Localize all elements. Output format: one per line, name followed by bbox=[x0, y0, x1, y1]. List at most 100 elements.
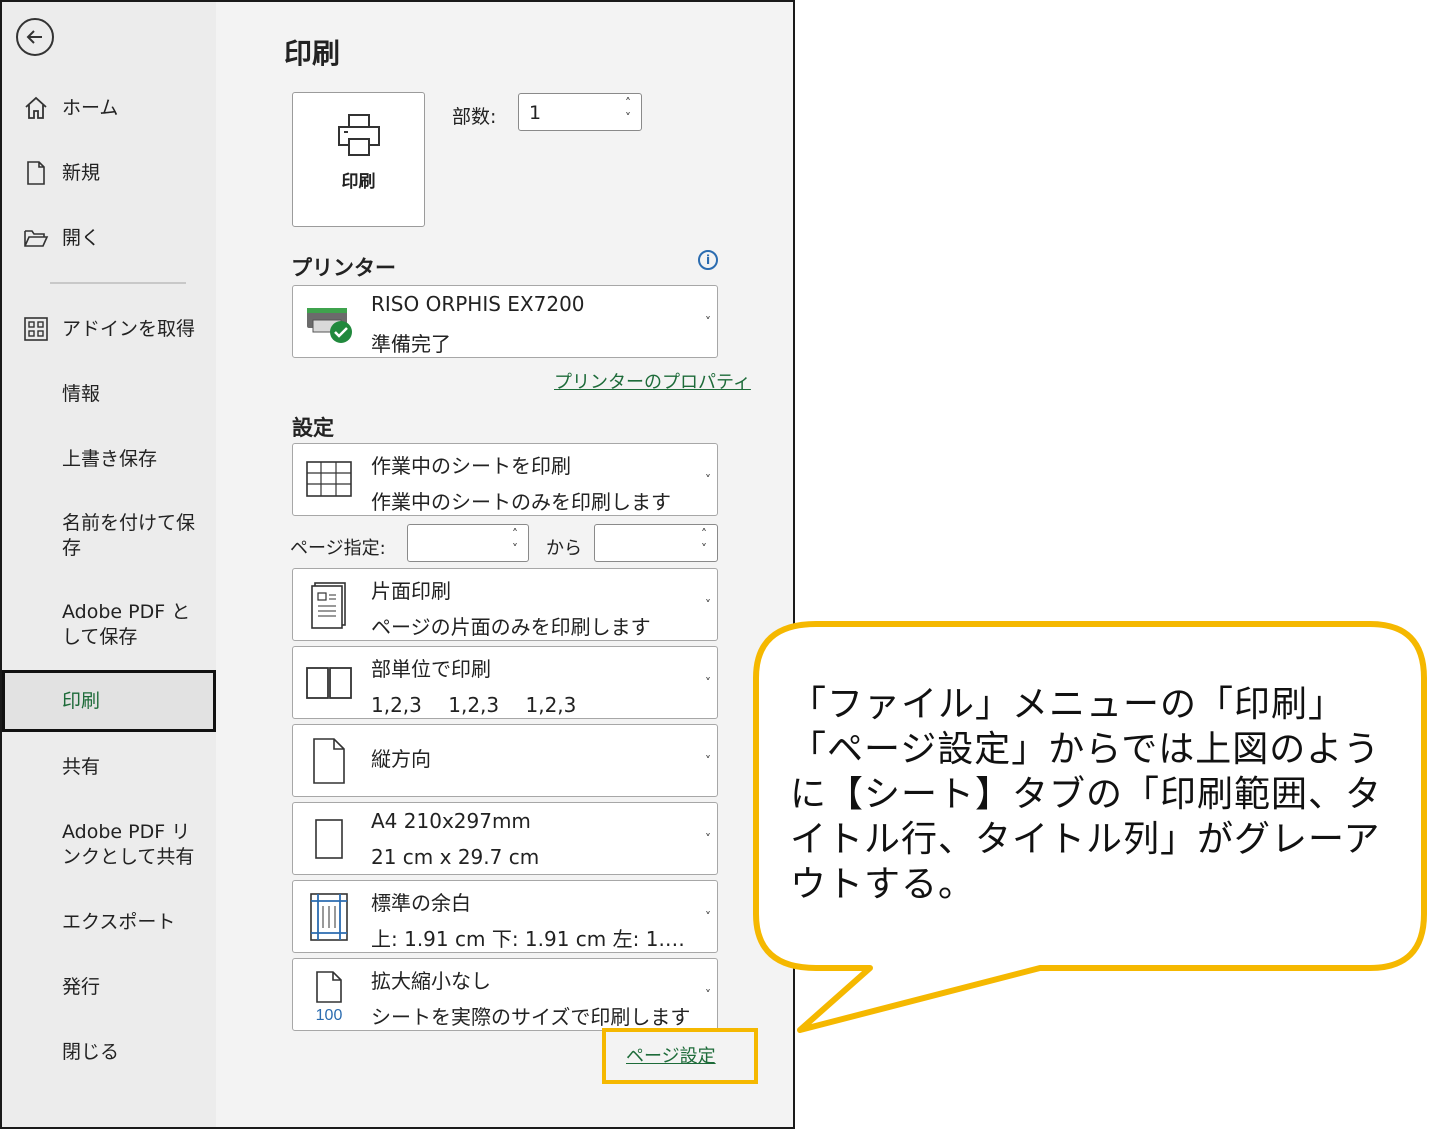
print-what-dropdown[interactable]: 作業中のシートを印刷 作業中のシートのみを印刷します ˅ bbox=[292, 443, 718, 516]
stepper-arrows-icon[interactable]: ˄ ˅ bbox=[697, 527, 711, 557]
sidebar-item-print[interactable]: 印刷 bbox=[2, 670, 216, 732]
callout-line: 「ファイル」メニューの「印刷」 bbox=[790, 684, 1346, 725]
printer-properties-link[interactable]: プリンターのプロパティ bbox=[554, 368, 751, 394]
chevron-down-icon: ˅ bbox=[705, 831, 711, 846]
orientation-dropdown[interactable]: 縦方向 ˅ bbox=[292, 724, 718, 797]
svg-text:100: 100 bbox=[316, 1007, 343, 1022]
sidebar-item-share[interactable]: 共有 bbox=[2, 753, 216, 781]
print-button-label: 印刷 bbox=[341, 172, 376, 192]
setting-subtitle: 21 cm x 29.7 cm bbox=[371, 845, 540, 869]
setting-title: A4 210x297mm bbox=[371, 809, 531, 833]
info-icon[interactable]: i bbox=[698, 250, 718, 270]
paper-size-dropdown[interactable]: A4 210x297mm 21 cm x 29.7 cm ˅ bbox=[292, 802, 718, 875]
sidebar-item-label: Adobe PDF として保存 bbox=[62, 601, 191, 648]
collate-icon bbox=[299, 653, 359, 713]
sidebar-item-label: エクスポート bbox=[62, 910, 176, 933]
setting-subtitle: ページの片面のみを印刷します bbox=[371, 615, 651, 639]
backstage-sidebar: ホーム 新規 開く アドインを取得 情報 上書き保存 名前を付けて保存 Adob… bbox=[2, 2, 216, 1127]
page-setup-highlight: ページ設定 bbox=[602, 1028, 758, 1084]
sidebar-item-label: ホーム bbox=[62, 96, 119, 119]
back-button[interactable] bbox=[16, 18, 54, 56]
sidebar-item-label: 情報 bbox=[62, 382, 101, 405]
setting-subtitle: 作業中のシートのみを印刷します bbox=[371, 490, 671, 514]
sidebar-item-save[interactable]: 上書き保存 bbox=[2, 445, 216, 473]
printer-icon bbox=[338, 114, 380, 156]
sidebar-item-get-addins[interactable]: アドインを取得 bbox=[2, 315, 216, 343]
scale-100-icon: 100 bbox=[299, 965, 359, 1025]
printer-status: 準備完了 bbox=[371, 332, 451, 356]
page-setup-link[interactable]: ページ設定 bbox=[626, 1042, 716, 1068]
excel-backstage-window: ホーム 新規 開く アドインを取得 情報 上書き保存 名前を付けて保存 Adob… bbox=[0, 0, 795, 1129]
chevron-down-icon: ˅ bbox=[705, 675, 711, 690]
callout-line: 「ページ設定」からでは上図のよう bbox=[790, 729, 1381, 770]
chevron-down-icon: ˅ bbox=[705, 987, 711, 1002]
copies-stepper[interactable]: 1 ˄ ˅ bbox=[518, 93, 642, 131]
sidebar-item-open[interactable]: 開く bbox=[2, 224, 216, 252]
setting-title: 標準の余白 bbox=[371, 891, 471, 915]
page-range-label: ページ指定: bbox=[290, 538, 386, 559]
callout-text: 「ファイル」メニューの「印刷」 「ページ設定」からでは上図のよう に【シート】タ… bbox=[790, 682, 1400, 907]
home-icon bbox=[22, 94, 50, 122]
back-arrow-icon bbox=[26, 30, 42, 44]
sides-dropdown[interactable]: 片面印刷 ページの片面のみを印刷します ˅ bbox=[292, 568, 718, 641]
sidebar-item-save-as-adobe-pdf[interactable]: Adobe PDF として保存 bbox=[2, 599, 216, 651]
setting-title: 部単位で印刷 bbox=[371, 657, 491, 681]
page-range-to-label: から bbox=[546, 538, 582, 559]
copies-label: 部数: bbox=[452, 106, 497, 128]
settings-heading: 設定 bbox=[292, 416, 334, 440]
stepper-arrows-icon[interactable]: ˄ ˅ bbox=[621, 96, 635, 126]
setting-title: 拡大縮小なし bbox=[371, 969, 491, 993]
collate-dropdown[interactable]: 部単位で印刷 1,2,3 1,2,3 1,2,3 ˅ bbox=[292, 646, 718, 719]
sheet-grid-icon bbox=[299, 450, 359, 510]
chevron-down-icon: ˅ bbox=[705, 597, 711, 612]
setting-subtitle: 1,2,3 1,2,3 1,2,3 bbox=[371, 693, 577, 717]
chevron-down-icon: ˅ bbox=[705, 909, 711, 924]
folder-open-icon bbox=[22, 224, 50, 252]
chevron-down-icon: ˅ bbox=[705, 753, 711, 768]
page-range-to-input[interactable]: ˄ ˅ bbox=[594, 524, 718, 562]
callout-line: イトル行、タイトル列」がグレーア bbox=[790, 819, 1381, 860]
printer-name: RISO ORPHIS EX7200 bbox=[371, 292, 585, 316]
callout-line: に【シート】タブの「印刷範囲、タ bbox=[790, 774, 1383, 815]
printer-ready-icon bbox=[299, 292, 359, 352]
sidebar-item-export[interactable]: エクスポート bbox=[2, 908, 216, 936]
new-doc-icon bbox=[22, 159, 50, 187]
portrait-page-icon bbox=[299, 731, 359, 791]
page-title: 印刷 bbox=[284, 37, 341, 70]
printer-heading: プリンター bbox=[291, 256, 396, 280]
setting-title: 縦方向 bbox=[371, 747, 431, 771]
print-panel: 印刷 印刷 部数: 1 ˄ ˅ プリンター i RISO ORPHIS EX72… bbox=[216, 2, 793, 1127]
sidebar-item-label: Adobe PDF リンクとして共有 bbox=[62, 821, 195, 868]
copies-value: 1 bbox=[529, 102, 542, 124]
sidebar-item-info[interactable]: 情報 bbox=[2, 380, 216, 408]
setting-subtitle: 上: 1.91 cm 下: 1.91 cm 左: 1.78 cm 右: 1.78… bbox=[371, 927, 691, 951]
page-range-from-input[interactable]: ˄ ˅ bbox=[407, 524, 529, 562]
scaling-dropdown[interactable]: 100 拡大縮小なし シートを実際のサイズで印刷します ˅ bbox=[292, 958, 718, 1031]
sidebar-divider bbox=[50, 282, 186, 284]
stepper-arrows-icon[interactable]: ˄ ˅ bbox=[508, 527, 522, 557]
callout-line: ウトする。 bbox=[790, 864, 976, 905]
setting-title: 作業中のシートを印刷 bbox=[371, 454, 571, 478]
sidebar-item-label: 新規 bbox=[62, 161, 101, 184]
setting-subtitle: シートを実際のサイズで印刷します bbox=[371, 1005, 691, 1029]
print-button[interactable]: 印刷 bbox=[292, 92, 425, 227]
sidebar-item-label: 名前を付けて保存 bbox=[62, 512, 196, 559]
sidebar-item-close[interactable]: 閉じる bbox=[2, 1038, 216, 1066]
addins-grid-icon bbox=[22, 315, 50, 343]
sidebar-item-label: 発行 bbox=[62, 975, 101, 998]
sidebar-item-publish[interactable]: 発行 bbox=[2, 973, 216, 1001]
sidebar-item-label: アドインを取得 bbox=[62, 317, 196, 340]
printer-dropdown[interactable]: RISO ORPHIS EX7200 準備完了 ˅ bbox=[292, 285, 718, 358]
sidebar-item-home[interactable]: ホーム bbox=[2, 94, 216, 122]
paper-size-icon bbox=[299, 809, 359, 869]
sidebar-item-share-adobe-pdf-link[interactable]: Adobe PDF リンクとして共有 bbox=[2, 819, 216, 871]
sidebar-item-new[interactable]: 新規 bbox=[2, 159, 216, 187]
margins-icon bbox=[299, 887, 359, 947]
sidebar-item-label: 印刷 bbox=[62, 689, 101, 712]
sidebar-item-save-as[interactable]: 名前を付けて保存 bbox=[2, 510, 216, 562]
one-sided-page-icon bbox=[299, 575, 359, 635]
margins-dropdown[interactable]: 標準の余白 上: 1.91 cm 下: 1.91 cm 左: 1.78 cm 右… bbox=[292, 880, 718, 953]
sidebar-item-label: 共有 bbox=[62, 755, 101, 778]
chevron-down-icon: ˅ bbox=[705, 314, 711, 329]
sidebar-item-label: 上書き保存 bbox=[62, 447, 158, 470]
